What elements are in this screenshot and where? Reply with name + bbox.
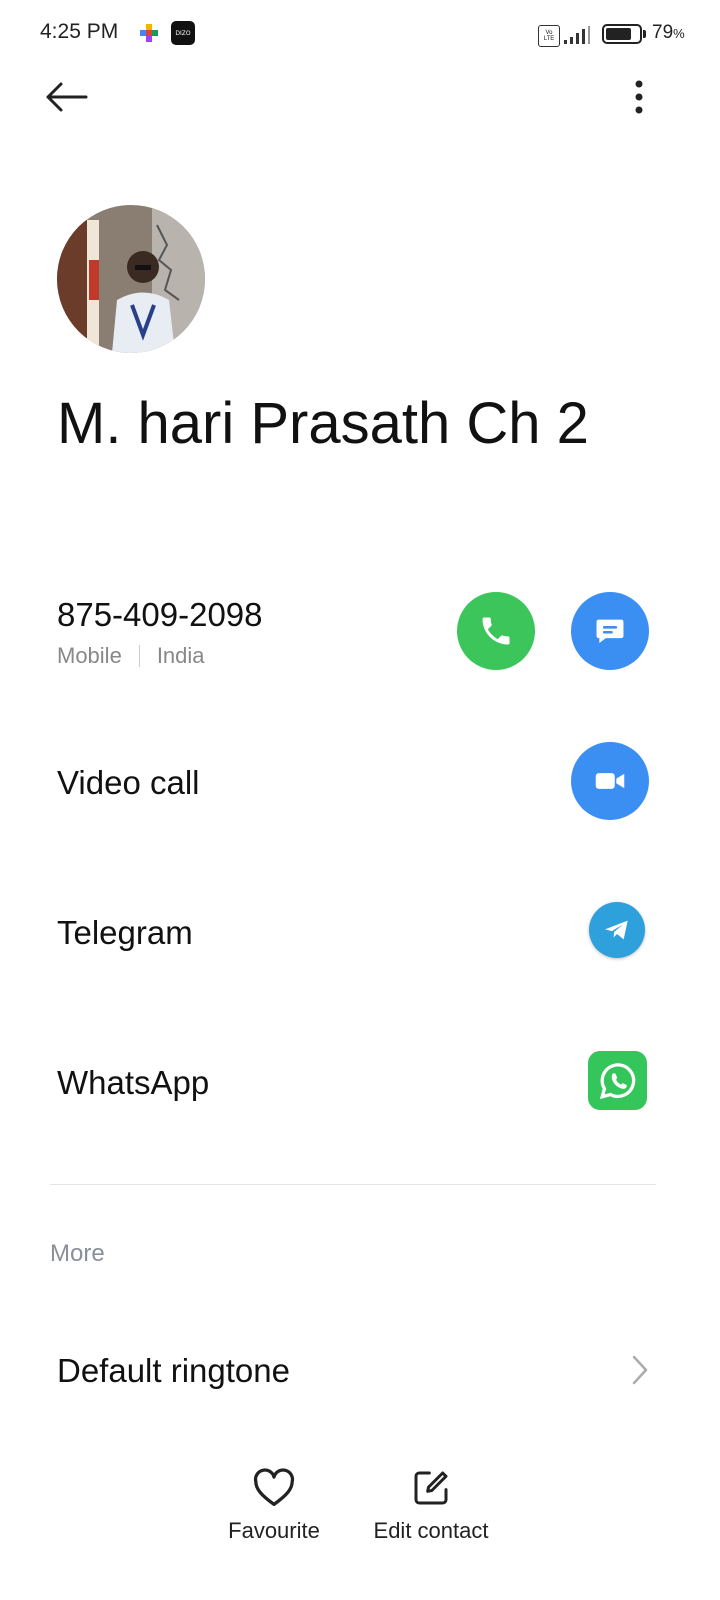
more-options-button[interactable] bbox=[620, 76, 660, 120]
favourite-label: Favourite bbox=[228, 1518, 320, 1543]
meta-separator bbox=[138, 645, 140, 667]
phone-meta: Mobile India bbox=[57, 643, 205, 669]
back-button[interactable] bbox=[40, 76, 92, 120]
battery-tip bbox=[643, 30, 646, 38]
volte-text: Vo LTE bbox=[543, 30, 555, 42]
more-vertical-icon bbox=[635, 80, 643, 114]
video-camera-icon bbox=[595, 773, 625, 789]
more-section-title: More bbox=[50, 1240, 105, 1267]
telegram-icon bbox=[605, 920, 628, 940]
telegram-label[interactable]: Telegram bbox=[57, 914, 193, 952]
google-play-games-icon bbox=[140, 24, 158, 42]
video-call-label[interactable]: Video call bbox=[57, 764, 200, 802]
video-call-button[interactable] bbox=[571, 742, 649, 820]
whatsapp-label[interactable]: WhatsApp bbox=[57, 1064, 209, 1102]
call-button[interactable] bbox=[457, 592, 535, 670]
default-ringtone-label[interactable]: Default ringtone bbox=[57, 1352, 290, 1390]
phone-country: India bbox=[156, 643, 205, 668]
divider bbox=[50, 1184, 656, 1185]
whatsapp-icon bbox=[599, 1062, 635, 1099]
message-icon bbox=[596, 619, 624, 644]
avatar-photo bbox=[57, 205, 205, 353]
contact-name: M. hari Prasath Ch 2 bbox=[57, 391, 589, 456]
whatsapp-button[interactable] bbox=[588, 1051, 647, 1110]
volte-icon: Vo LTE bbox=[538, 25, 560, 47]
phone-icon bbox=[482, 617, 510, 645]
edit-contact-button[interactable]: Edit contact bbox=[364, 1468, 498, 1544]
favourite-button[interactable]: Favourite bbox=[222, 1468, 326, 1544]
telegram-button[interactable] bbox=[589, 902, 645, 958]
battery-value: 79 bbox=[652, 22, 674, 43]
dizo-text: DIZO bbox=[175, 29, 191, 37]
battery-unit: % bbox=[673, 26, 685, 41]
dizo-icon: DIZO bbox=[171, 21, 195, 45]
arrow-left-icon bbox=[46, 82, 88, 112]
phone-type: Mobile bbox=[57, 643, 122, 668]
battery-percent: 79% bbox=[652, 22, 685, 44]
chevron-right-icon[interactable] bbox=[628, 1352, 652, 1388]
edit-contact-label: Edit contact bbox=[373, 1518, 489, 1543]
phone-number[interactable]: 875-409-2098 bbox=[57, 596, 263, 634]
status-time: 4:25 PM bbox=[40, 20, 119, 43]
avatar[interactable] bbox=[57, 205, 205, 353]
battery-icon bbox=[602, 24, 642, 44]
signal-icon bbox=[564, 26, 590, 44]
heart-icon bbox=[253, 1468, 295, 1506]
edit-icon bbox=[414, 1471, 448, 1505]
message-button[interactable] bbox=[571, 592, 649, 670]
